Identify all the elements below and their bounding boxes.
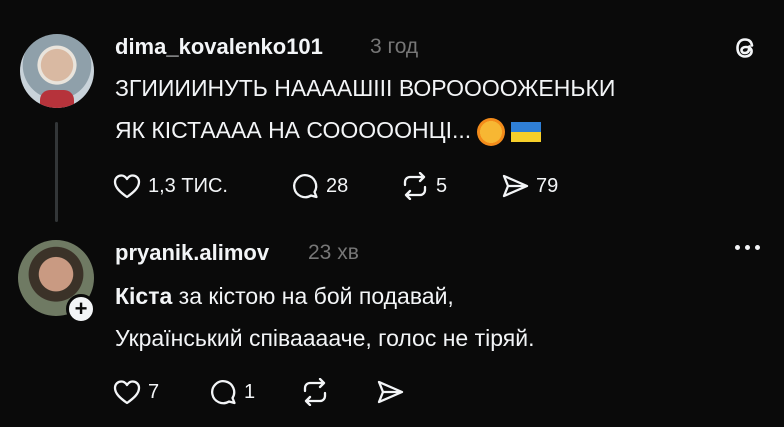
reply-text-line-1: Кіста за кістою на бой подавай, (115, 278, 454, 315)
share-count: 79 (536, 174, 559, 197)
sun-emoji (477, 117, 506, 146)
avatar[interactable] (20, 34, 94, 108)
like-count: 1,3 ТИС. (148, 174, 228, 197)
reply-username[interactable]: pryanik.alimov (115, 240, 269, 266)
send-icon (377, 380, 404, 404)
heart-icon (113, 174, 141, 199)
post-text-line-1: ЗГИИИИНУТЬ НАААAШІІІ ВОРООООЖЕНЬКИ (115, 75, 616, 101)
like-button[interactable]: 1,3 ТИС. (112, 172, 228, 200)
reply-repost-button[interactable] (300, 378, 330, 406)
ukraine-flag-emoji (511, 121, 542, 142)
post-text-line-2: ЯК КІСТАААА НА СООООOНЦІ... (115, 112, 542, 149)
share-button[interactable]: 79 (500, 172, 558, 200)
reply-share-button[interactable] (375, 378, 405, 406)
follow-plus-button[interactable]: + (66, 294, 96, 324)
comment-count: 28 (326, 174, 349, 197)
repost-count: 5 (436, 174, 448, 197)
post-username[interactable]: dima_kovalenko101 (115, 34, 323, 60)
comment-bubble-icon (211, 380, 236, 405)
threads-logo-icon[interactable] (730, 33, 760, 63)
dot (745, 245, 750, 250)
post-time: 3 год (370, 35, 419, 58)
reply-text-line-1-rest: за кістою на бой подавай, (172, 283, 454, 309)
reply-comment-count: 1 (244, 380, 256, 403)
send-icon (502, 174, 529, 198)
dot (755, 245, 760, 250)
repost-icon (303, 378, 327, 406)
comment-button[interactable]: 28 (290, 172, 348, 200)
reply-like-count: 7 (148, 380, 160, 403)
comment-bubble-icon (293, 174, 318, 199)
heart-icon (113, 380, 141, 405)
reply-text-line-2: Український співааааче, голос не тіряй. (115, 325, 535, 351)
reply-bold-word: Кіста (115, 283, 173, 309)
more-dots-icon[interactable] (735, 245, 760, 250)
repost-button[interactable]: 5 (400, 172, 447, 200)
thread-line (55, 122, 58, 222)
repost-icon (403, 172, 427, 200)
post-text-line-2-text: ЯК КІСТАААА НА СООООOНЦІ... (115, 117, 472, 143)
reply-like-button[interactable]: 7 (112, 378, 159, 406)
reply-time: 23 хв (308, 241, 359, 264)
dot (735, 245, 740, 250)
reply-comment-button[interactable]: 1 (208, 378, 255, 406)
